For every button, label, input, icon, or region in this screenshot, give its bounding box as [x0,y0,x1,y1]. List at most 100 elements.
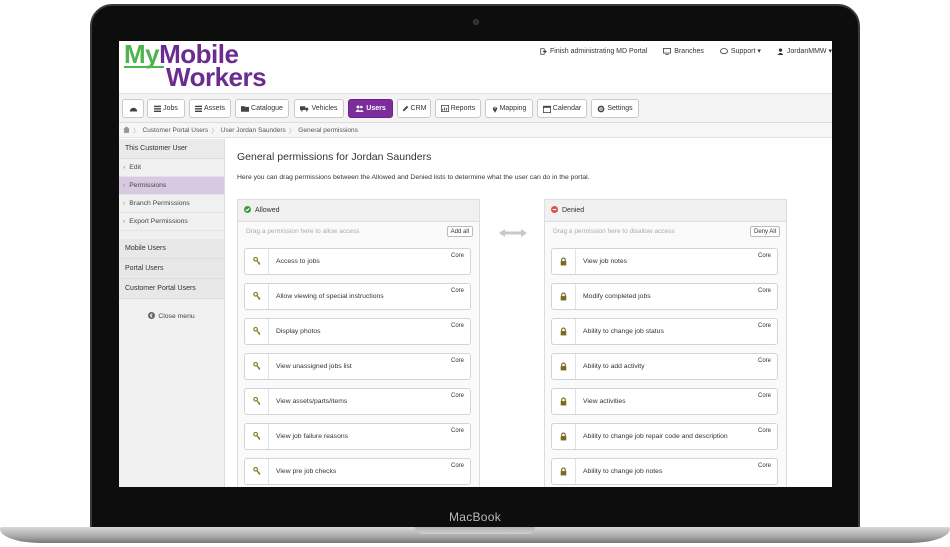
denied-permission-item[interactable]: View activities Core [551,388,778,415]
main-nav: Jobs Assets Catalogue Vehicles Users CRM Repor… [119,94,832,123]
chevron-right-icon: › [123,200,126,207]
permission-tag: Core [757,428,771,434]
sidebar-group-customer-portal-users[interactable]: Customer Portal Users [119,279,224,299]
allowed-permission-item[interactable]: View pre job checks Core [244,458,471,485]
permission-tag: Core [757,323,771,329]
nav-calendar-button[interactable]: Calendar [537,99,587,118]
page-description: Here you can drag permissions between th… [237,174,590,181]
permission-tag: Core [757,358,771,364]
calendar-icon [542,105,551,113]
permission-tag: Core [757,253,771,259]
close-menu-button[interactable]: Close menu [119,305,224,327]
nav-catalogue-button[interactable]: Catalogue [235,99,289,118]
top-link-support[interactable]: Support ▾ [719,47,761,55]
sidebar-item-export-permissions[interactable]: › Export Permissions [119,213,224,231]
top-link-branches[interactable]: Branches [663,47,704,55]
sidebar-item-branch-permissions[interactable]: › Branch Permissions [119,195,224,213]
sidebar-group-portal-users[interactable]: Portal Users [119,259,224,279]
pencil-icon [402,105,409,112]
chevron-right-icon: › [123,218,126,225]
allowed-permission-item[interactable]: View job failure reasons Core [244,423,471,450]
dashboard-icon [129,105,138,112]
breadcrumb: 〉 Customer Portal Users 〉 User Jordan Saund… [119,123,832,138]
monitor-icon [663,47,672,55]
allowed-permission-item[interactable]: Display photos Core [244,318,471,345]
denied-panel: Denied Drag a permission here to disallo… [544,199,787,487]
permission-tag: Core [757,288,771,294]
nav-crm-button[interactable]: CRM [397,99,431,118]
denied-permission-item[interactable]: Ability to change job repair code and de… [551,423,778,450]
chevron-left-icon [148,311,156,321]
denied-permission-item[interactable]: Modify completed jobs Core [551,283,778,310]
lock-icon [552,354,576,379]
home-icon[interactable] [123,125,130,135]
allowed-drop-zone[interactable]: Drag a permission here to allow access A… [238,222,479,240]
add-all-button[interactable]: Add all [446,226,473,237]
sidebar-item-edit[interactable]: › Edit [119,159,224,177]
nav-jobs-button[interactable]: Jobs [147,99,185,118]
breadcrumb-item[interactable]: Customer Portal Users [143,127,209,134]
permission-label: View job notes [583,258,628,265]
folder-icon [241,105,250,112]
chart-icon [440,105,449,112]
permission-label: View unassigned jobs list [276,363,352,370]
allowed-permission-item[interactable]: View assets/parts/items Core [244,388,471,415]
allowed-permission-item[interactable]: Allow viewing of special instructions Cor… [244,283,471,310]
deny-all-button[interactable]: Deny All [749,226,780,237]
list-icon [154,105,162,112]
key-icon [245,459,269,484]
laptop-frame: MacBook MyMobile Workers Finish administ… [0,0,950,547]
nav-users-button[interactable]: Users [348,99,393,118]
permission-label: Ability to add activity [583,363,645,370]
permission-tag: Core [757,463,771,469]
allowed-permission-item[interactable]: Access to jobs Core [244,248,471,275]
nav-assets-button[interactable]: Assets [189,99,231,118]
key-icon [245,354,269,379]
chevron-right-icon: › [123,182,126,189]
nav-vehicles-button[interactable]: Vehicles [294,99,344,118]
permission-label: Ability to change job notes [583,468,663,475]
denied-permission-item[interactable]: Ability to change job status Core [551,318,778,345]
nav-reports-button[interactable]: Reports [435,99,481,118]
minus-circle-icon [551,206,558,215]
user-icon [777,47,784,55]
top-link-finish-administrating-md-portal[interactable]: Finish administrating MD Portal [540,47,647,55]
permission-label: Display photos [276,328,321,335]
denied-drop-zone[interactable]: Drag a permission here to disallow acces… [545,222,786,240]
top-link-jordanmmw[interactable]: JordanMMW ▾ [777,47,832,55]
camera [473,19,479,25]
denied-permission-item[interactable]: Ability to add activity Core [551,353,778,380]
permission-label: View activities [583,398,626,405]
nav-settings-button[interactable]: Settings [591,99,639,118]
chat-icon [719,47,728,55]
allowed-permission-item[interactable]: View unassigned jobs list Core [244,353,471,380]
top-links: Finish administrating MD Portal Branches S… [540,47,832,55]
breadcrumb-item[interactable]: User Jordan Saunders [221,127,286,134]
key-icon [245,424,269,449]
sidebar-item-permissions[interactable]: › Permissions [119,177,224,195]
denied-permission-item[interactable]: Ability to change job notes Core [551,458,778,485]
denied-panel-header: Denied [545,200,786,222]
permission-label: View pre job checks [276,468,337,475]
lock-icon [552,249,576,274]
check-circle-icon [244,206,251,215]
permission-tag: Core [450,323,464,329]
sidebar-header: This Customer User [119,139,224,159]
laptop-notch [415,527,535,534]
permission-label: View job failure reasons [276,433,349,440]
breadcrumb-separator: 〉 [211,128,218,135]
permission-label: Ability to change job status [583,328,664,335]
permission-tag: Core [450,463,464,469]
device-brand-label: MacBook [448,510,502,524]
nav-dashboard-button[interactable] [122,99,144,118]
permission-label: Allow viewing of special instructions [276,293,384,300]
key-icon [245,389,269,414]
sidebar-group-mobile-users[interactable]: Mobile Users [119,239,224,259]
denied-permission-item[interactable]: View job notes Core [551,248,778,275]
key-icon [245,319,269,344]
nav-mapping-button[interactable]: Mapping [485,99,533,118]
sidebar: This Customer User › Edit › Permissions › Bra… [119,139,225,487]
lock-icon [552,424,576,449]
chevron-right-icon: › [123,164,126,171]
exit-icon [540,47,547,55]
